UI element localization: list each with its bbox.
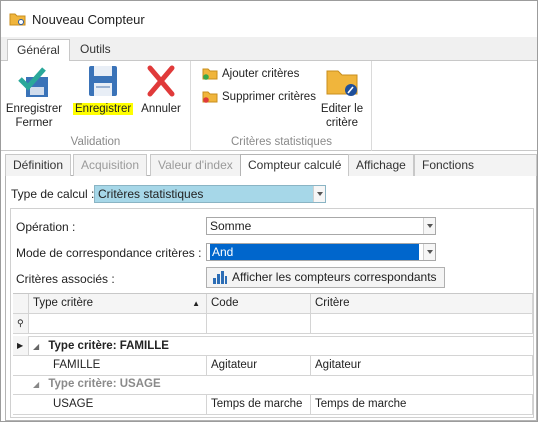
chevron-down-icon[interactable] [423,244,435,260]
chevron-down-icon[interactable] [313,186,325,202]
content-tab-strip: Définition Acquisition Valeur d'index Co… [5,154,537,192]
cancel-label: Annuler [141,103,181,115]
show-counters-label: Afficher les compteurs correspondants [232,270,437,284]
table-cell-code[interactable]: Temps de marche [207,395,311,415]
table-cell-code[interactable]: Agitateur [207,356,311,376]
calc-type-label: Type de calcul : [11,187,95,201]
table-cell-type[interactable]: USAGE [49,395,207,415]
tab-associated-functions[interactable]: Fonctions associées [414,154,537,192]
ribbon: Enregistrer Fermer Enregistrer Annuler V… [1,61,537,151]
criteria-grid: Type critère ▲ Code Critère ⚲ ▶ ◢ Type c… [13,293,533,385]
floppy-disk-icon [85,63,121,99]
edit-criteria-button[interactable]: Editer le critère [316,63,368,130]
column-header-code[interactable]: Code [207,294,311,314]
grid-corner [13,294,29,314]
filter-cell-code[interactable] [207,314,311,334]
save-close-icon [16,63,52,99]
group-row-famille[interactable]: ◢ Type critère: FAMILLE [29,336,533,356]
tab-display[interactable]: Affichage [348,154,414,176]
stats-group-label: Critères statistiques [231,136,332,148]
sort-ascending-icon: ▲ [192,299,200,308]
criteria-groupbox: Opération : Somme Mode de correspondance… [10,208,534,418]
remove-criteria-label: Supprimer critères [222,90,316,103]
collapse-icon[interactable]: ◢ [33,342,39,351]
filter-cell-type[interactable] [29,314,207,334]
validation-group-label: Validation [70,136,121,148]
match-mode-dropdown[interactable]: And [206,243,436,261]
calc-type-dropdown[interactable]: Critères statistiques [94,185,326,203]
save-close-button[interactable]: Enregistrer Fermer [5,63,63,130]
row-indicator-icon: ▶ [13,336,29,356]
window: Nouveau Compteur Général Outils Enregist… [0,0,538,422]
column-header-type[interactable]: Type critère ▲ [29,294,207,314]
tab-general[interactable]: Général [7,39,70,62]
criteria-grid-cont: ◢ Type critère: USAGE USAGE Temps de mar… [13,375,533,419]
tab-index-value[interactable]: Valeur d'index [150,154,241,176]
calc-type-value: Critères statistiques [98,187,204,201]
associated-criteria-label: Critères associés : [16,272,115,286]
add-criteria-button[interactable]: Ajouter critères [202,67,299,80]
group-stats-criteria: Ajouter critères Supprimer critères Edit… [192,61,372,151]
title-bar: Nouveau Compteur [1,1,537,37]
window-title: Nouveau Compteur [32,11,145,27]
close-x-icon [143,63,179,99]
match-mode-value: And [210,244,419,260]
group-title: Type critère: FAMILLE [48,340,169,352]
filter-cell-critere[interactable] [311,314,533,334]
column-header-type-label: Type critère [33,297,94,309]
collapse-icon[interactable]: ◢ [33,380,39,389]
tab-outils[interactable]: Outils [71,39,120,61]
filter-row-icon: ⚲ [13,314,29,334]
operation-label: Opération : [16,220,76,234]
table-cell-type[interactable]: FAMILLE [49,356,207,376]
chevron-down-icon[interactable] [423,218,435,234]
group-title: Type critère: USAGE [48,378,161,390]
indent-cell [13,395,49,415]
edit-criteria-label: Editer le critère [320,103,364,129]
group-validation: Enregistrer Fermer Enregistrer Annuler V… [1,61,191,151]
ribbon-tab-strip: Général Outils [1,37,537,62]
table-cell-critere[interactable]: Temps de marche [311,395,533,415]
bar-chart-icon [213,271,227,284]
folder-remove-icon [202,90,218,103]
indent-cell [13,375,29,395]
operation-dropdown[interactable]: Somme [206,217,436,235]
folder-edit-icon [324,63,360,99]
indent-cell [13,356,49,376]
add-criteria-label: Ajouter critères [222,67,300,80]
remove-criteria-button[interactable]: Supprimer critères [202,90,316,103]
match-mode-label: Mode de correspondance critères : [16,246,202,260]
save-label: Enregistrer [73,103,134,115]
table-cell-critere[interactable]: Agitateur [311,356,533,376]
folder-icon [9,12,26,26]
show-counters-button[interactable]: Afficher les compteurs correspondants [206,267,445,288]
tab-content: Type de calcul : Critères statistiques O… [5,176,537,421]
tab-acquisition[interactable]: Acquisition [73,154,148,176]
save-button[interactable]: Enregistrer [73,63,134,116]
column-header-critere[interactable]: Critère [311,294,533,314]
operation-value: Somme [210,219,252,233]
folder-add-icon [202,67,218,80]
tab-definition[interactable]: Définition [5,154,72,176]
cancel-button[interactable]: Annuler [137,63,185,116]
tab-calculated-counter[interactable]: Compteur calculé [240,154,350,177]
save-close-label: Enregistrer Fermer [5,103,63,129]
group-row-usage[interactable]: ◢ Type critère: USAGE [29,375,533,395]
